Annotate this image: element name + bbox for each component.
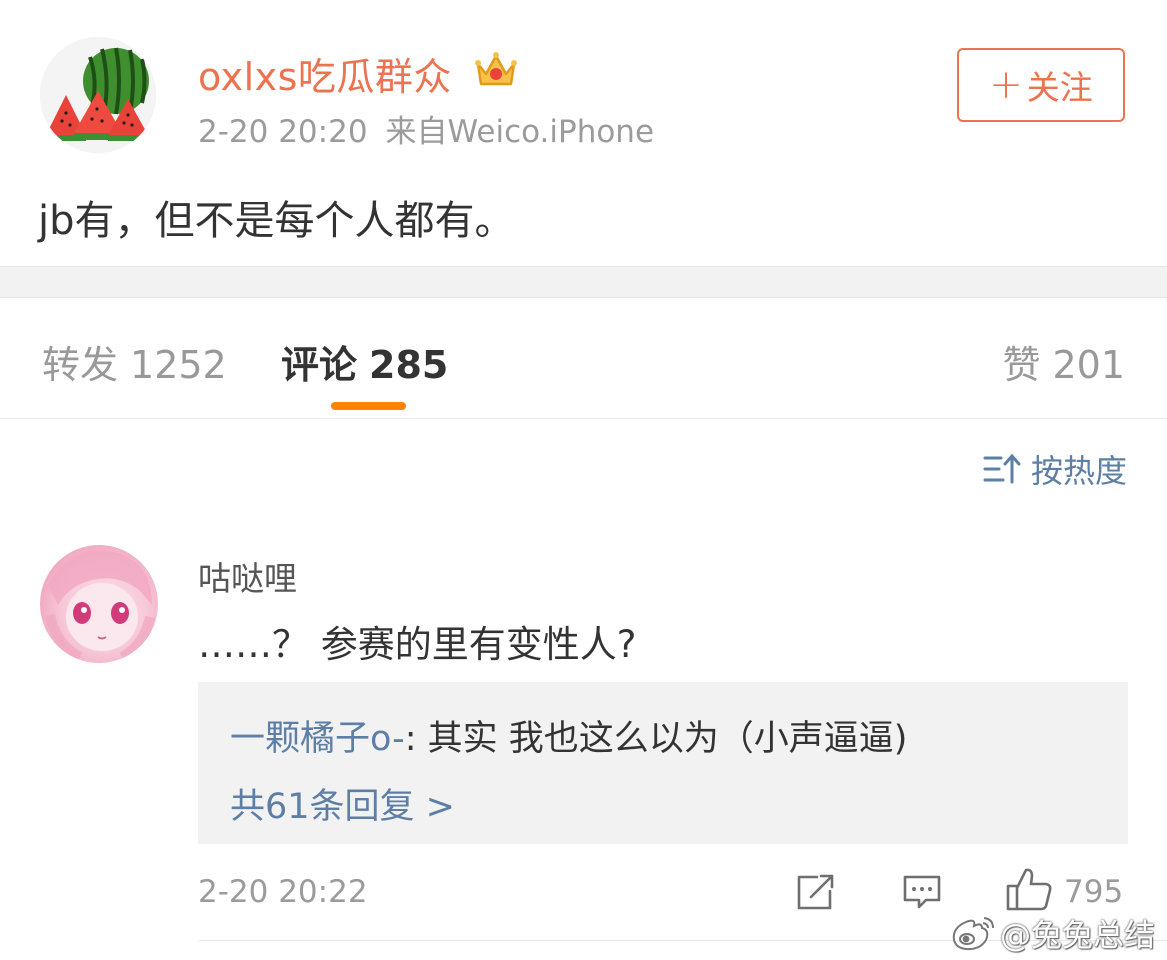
view-all-replies-link[interactable]: 共61条回复 > <box>230 778 455 829</box>
comment-like-count: 795 <box>1064 874 1124 910</box>
thumbs-up-icon[interactable] <box>1005 866 1053 912</box>
comment-time: 2-20 20:22 <box>198 874 368 910</box>
post-time: 2-20 20:20 <box>198 114 368 150</box>
sort-label: 按热度 <box>1030 452 1127 490</box>
follow-label: 关注 <box>1026 68 1093 107</box>
tab-reposts[interactable]: 转发 1252 <box>42 334 227 389</box>
reply-item: 一颗橘子o-: 其实 我也这么以为（小声逼逼) <box>230 710 907 761</box>
commenter-name[interactable]: 咕哒哩 <box>198 552 297 600</box>
tab-likes-count: 201 <box>1052 343 1125 387</box>
tab-comments[interactable]: 评论 285 <box>281 334 448 389</box>
reply-separator: : <box>404 719 428 759</box>
section-divider <box>0 266 1167 298</box>
replies-preview[interactable]: 一颗橘子o-: 其实 我也这么以为（小声逼逼) 共61条回复 > <box>198 682 1128 844</box>
tabs-divider <box>0 418 1167 419</box>
comment-icon[interactable] <box>902 873 942 911</box>
watermelon-avatar-icon <box>40 37 156 153</box>
share-icon[interactable] <box>795 872 837 912</box>
reply-user[interactable]: 一颗橘子o- <box>230 719 405 759</box>
tab-comments-count: 285 <box>369 343 449 387</box>
tab-likes[interactable]: 赞 201 <box>1002 334 1125 389</box>
crown-icon <box>475 52 517 86</box>
sort-icon <box>983 453 1021 484</box>
weibo-logo-icon <box>952 916 994 950</box>
tab-reposts-count: 1252 <box>130 343 227 387</box>
watermark: @兔兔总结 <box>950 910 1155 955</box>
anime-girl-avatar-icon <box>45 550 155 662</box>
post-meta: 2-20 20:20 来自Weico.iPhone <box>198 106 654 151</box>
tab-likes-label: 赞 <box>1002 343 1041 387</box>
follow-button[interactable]: + 关注 <box>957 48 1125 122</box>
plus-icon: + <box>989 62 1023 108</box>
active-tab-indicator <box>331 402 406 410</box>
commenter-avatar[interactable] <box>40 545 158 663</box>
tab-comments-label: 评论 <box>281 343 358 387</box>
reply-text: 其实 我也这么以为（小声逼逼) <box>427 719 908 759</box>
author-name[interactable]: oxlxs吃瓜群众 <box>198 46 452 101</box>
author-avatar[interactable] <box>40 37 156 153</box>
tab-reposts-label: 转发 <box>42 343 119 387</box>
weibo-post-detail: oxlxs吃瓜群众 2-20 20:20 来自Weico.iPhone + 关注 … <box>0 0 1167 960</box>
post-source[interactable]: 来自Weico.iPhone <box>386 114 654 150</box>
watermark-text: @兔兔总结 <box>1000 918 1155 954</box>
post-content: jb有，但不是每个人都有。 <box>38 198 515 244</box>
comment-text: ……？ 参赛的里有变性人? <box>198 623 637 666</box>
sort-by-hot-button[interactable]: 按热度 <box>983 446 1127 492</box>
